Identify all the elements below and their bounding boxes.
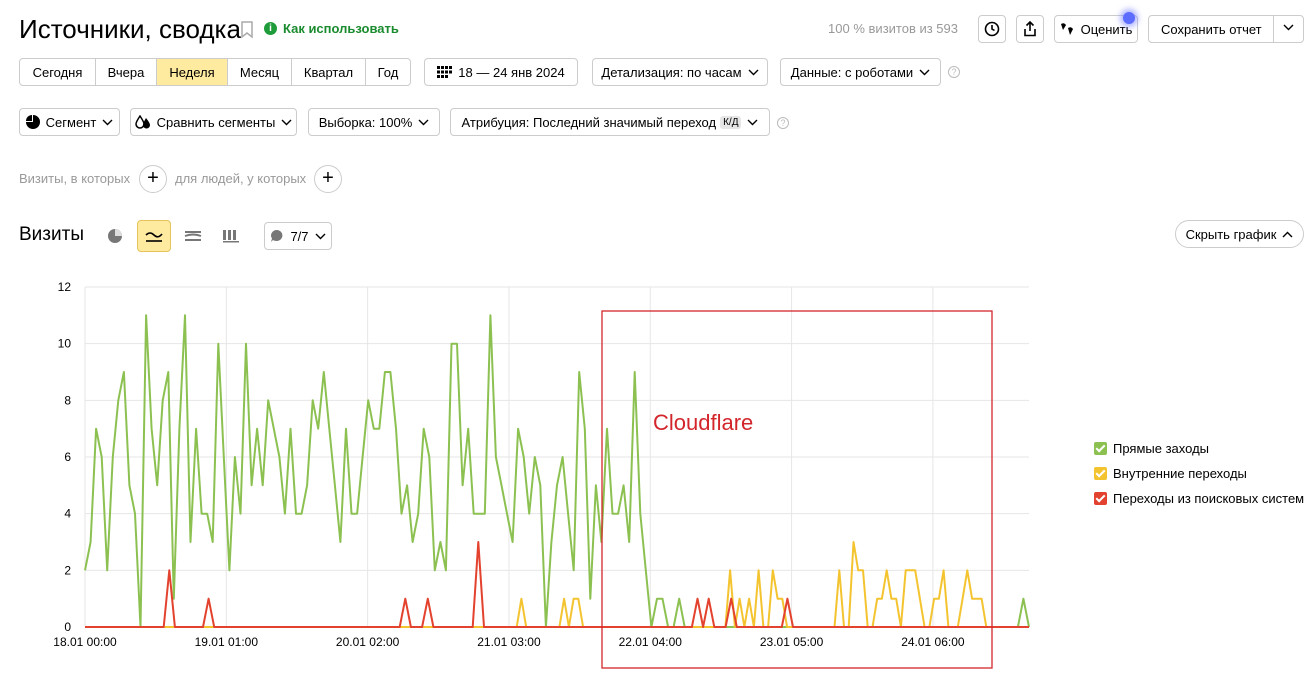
- how-to-use-label: Как использовать: [283, 21, 399, 36]
- legend-label: Прямые заходы: [1113, 441, 1210, 456]
- data-label: Данные: с роботами: [790, 64, 914, 80]
- y-tick-label: 4: [64, 507, 71, 521]
- y-tick-label: 10: [58, 337, 72, 351]
- y-tick-label: 2: [64, 563, 71, 577]
- chart-legend: Прямые заходы Внутренние переходы Перехо…: [1094, 436, 1304, 511]
- rate-button[interactable]: Оценить: [1054, 12, 1138, 43]
- bar-chart-icon: [223, 230, 239, 243]
- x-tick-label: 18.01 00:00: [53, 635, 117, 649]
- export-button[interactable]: [1016, 15, 1044, 43]
- segment-label: Сегмент: [45, 114, 97, 130]
- chevron-down-icon: [315, 233, 326, 239]
- period-selector: Сегодня Вчера Неделя Месяц Квартал Год: [19, 58, 411, 86]
- chevron-down-icon[interactable]: [1283, 24, 1294, 31]
- line-chart-icon: [145, 232, 163, 242]
- chevron-down-icon: [418, 119, 429, 125]
- hide-chart-label: Скрыть график: [1185, 226, 1277, 242]
- x-tick-label: 21.01 03:00: [477, 635, 541, 649]
- period-month[interactable]: Месяц: [228, 59, 292, 85]
- period-today[interactable]: Сегодня: [20, 59, 96, 85]
- chevron-down-icon: [281, 119, 292, 125]
- cloudflare-highlight-box: [601, 310, 993, 669]
- calendar-icon: [437, 66, 453, 78]
- data-dropdown[interactable]: Данные: с роботами: [780, 58, 941, 86]
- sample-dropdown[interactable]: Выборка: 100%: [308, 108, 440, 136]
- compare-segments-dropdown[interactable]: Сравнить сегменты: [130, 108, 297, 136]
- x-tick-label: 24.01 06:00: [901, 635, 965, 649]
- chevron-down-icon: [919, 69, 930, 75]
- attribution-badge: К/Д: [720, 115, 742, 129]
- detail-label: Детализация: по часам: [601, 64, 742, 80]
- compare-segments-label: Сравнить сегменты: [156, 114, 276, 130]
- help-icon[interactable]: ?: [777, 117, 789, 129]
- x-tick-label: 19.01 01:00: [195, 635, 259, 649]
- rate-icon: [1060, 23, 1073, 35]
- legend-item-direct[interactable]: Прямые заходы: [1094, 436, 1304, 461]
- visits-filter-label: Визиты, в которых: [19, 171, 131, 186]
- chart-type-line[interactable]: [137, 220, 171, 252]
- period-week[interactable]: Неделя: [157, 59, 228, 85]
- segment-dropdown[interactable]: Сегмент: [19, 108, 120, 136]
- pie-icon: [25, 115, 40, 129]
- add-visits-condition-button[interactable]: +: [139, 165, 167, 193]
- legend-label: Переходы из поисковых систем: [1113, 491, 1305, 506]
- page-title: Источники, сводка: [19, 14, 241, 44]
- metrics-label: 7/7: [290, 228, 309, 244]
- hide-chart-button[interactable]: Скрыть график: [1175, 220, 1304, 248]
- drops-icon: [134, 115, 150, 129]
- pie-chart-icon: [108, 229, 122, 243]
- metrics-dropdown[interactable]: 7/7: [264, 222, 332, 250]
- x-tick-label: 20.01 02:00: [336, 635, 400, 649]
- period-quarter[interactable]: Квартал: [292, 59, 366, 85]
- chart-section-title: Визиты: [19, 224, 84, 245]
- visits-chart: 0 2 4 6 8 10 12 18.01 00:00 19.01 01:00 20.01 02:…: [53, 280, 1030, 669]
- cloudflare-annotation: Cloudflare: [653, 410, 754, 435]
- area-chart-icon: [184, 231, 202, 241]
- notification-badge: [1123, 12, 1135, 24]
- people-filter-label: для людей, у которых: [175, 171, 307, 186]
- date-range-label: 18 — 24 янв 2024: [458, 64, 565, 80]
- history-button[interactable]: [978, 15, 1006, 43]
- attribution-dropdown[interactable]: Атрибуция: Последний значимый переход К/…: [450, 108, 770, 136]
- chevron-down-icon: [102, 119, 113, 125]
- detail-dropdown[interactable]: Детализация: по часам: [592, 58, 768, 86]
- legend-item-search[interactable]: Переходы из поисковых систем: [1094, 486, 1304, 511]
- legend-item-internal[interactable]: Внутренние переходы: [1094, 461, 1304, 486]
- rate-label: Оценить: [1080, 21, 1133, 37]
- attribution-label: Атрибуция: Последний значимый переход: [461, 114, 717, 130]
- comment-icon: [271, 230, 283, 242]
- chevron-down-icon: [748, 69, 759, 75]
- chevron-up-icon: [1282, 231, 1293, 237]
- add-people-condition-button[interactable]: +: [314, 165, 342, 193]
- period-year[interactable]: Год: [366, 59, 410, 85]
- checkbox-icon: [1094, 467, 1107, 480]
- how-to-use-link[interactable]: i Как использовать: [264, 21, 399, 36]
- clock-icon: [984, 21, 1000, 37]
- sample-label: Выборка: 100%: [318, 114, 413, 130]
- bookmark-icon[interactable]: [240, 21, 254, 39]
- info-icon: i: [264, 22, 277, 35]
- visits-share-text: 100 % визитов из 593: [828, 21, 958, 36]
- share-icon: [1024, 21, 1036, 37]
- chevron-down-icon: [747, 119, 758, 125]
- x-tick-label: 22.01 04:00: [619, 635, 683, 649]
- date-range-button[interactable]: 18 — 24 янв 2024: [424, 58, 578, 86]
- y-tick-label: 12: [58, 280, 72, 294]
- y-tick-label: 6: [64, 450, 71, 464]
- checkbox-icon: [1094, 492, 1107, 505]
- x-tick-label: 23.01 05:00: [760, 635, 824, 649]
- legend-label: Внутренние переходы: [1113, 466, 1247, 481]
- chart-type-bar[interactable]: [214, 220, 248, 252]
- save-report-button[interactable]: Сохранить отчет: [1148, 15, 1304, 43]
- period-yesterday[interactable]: Вчера: [96, 59, 157, 85]
- y-tick-label: 0: [64, 620, 71, 634]
- checkbox-icon: [1094, 442, 1107, 455]
- y-tick-label: 8: [64, 393, 71, 407]
- chart-type-area[interactable]: [176, 220, 210, 252]
- chart-type-pie[interactable]: [98, 220, 132, 252]
- save-report-label: Сохранить отчет: [1161, 21, 1262, 37]
- help-icon[interactable]: ?: [948, 66, 960, 78]
